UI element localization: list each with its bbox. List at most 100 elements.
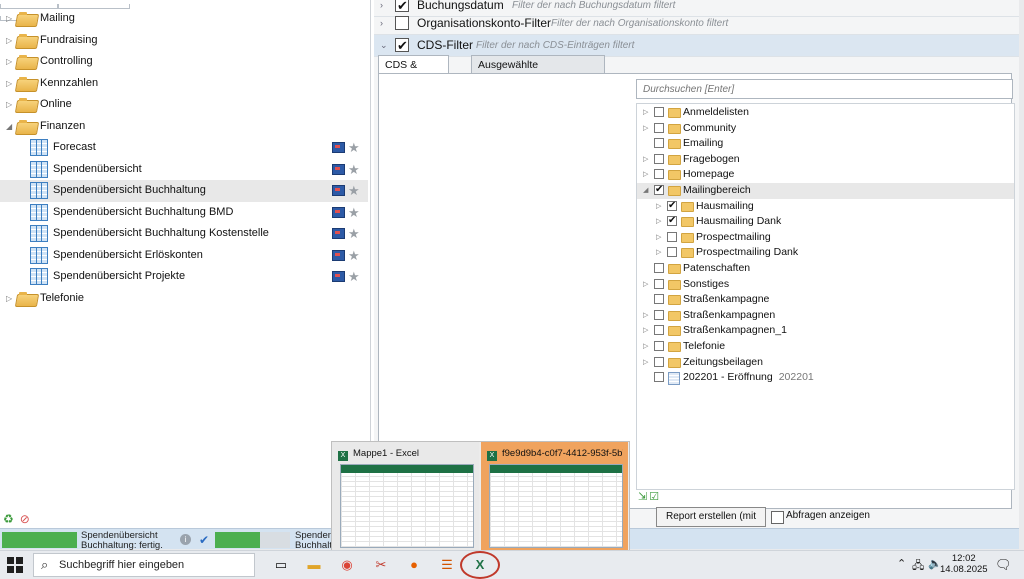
tree-folder-node[interactable]: ▷ Controlling: [0, 51, 368, 73]
collapsed-arrow-icon[interactable]: ▷: [643, 121, 648, 136]
collapsed-arrow-icon[interactable]: ▷: [643, 105, 648, 120]
chevron-right-icon[interactable]: ›: [380, 13, 383, 34]
report-preview-icon[interactable]: [332, 185, 345, 196]
filter-row-cds[interactable]: ⌄ CDS-Filter Filter der nach CDS-Einträg…: [374, 35, 1019, 57]
cds-node-checkbox[interactable]: [654, 372, 664, 383]
cds-tree-node[interactable]: ▷ Anmeldelisten: [637, 105, 1014, 121]
cds-node-checkbox[interactable]: [654, 356, 664, 367]
favorite-star-icon[interactable]: ★: [348, 159, 360, 180]
filter-checkbox[interactable]: [395, 0, 409, 16]
cds-node-checkbox[interactable]: [654, 138, 664, 149]
task-view-icon[interactable]: ▭: [272, 556, 290, 574]
expand-all-icon[interactable]: ⇲: [638, 491, 649, 503]
collapsed-arrow-icon[interactable]: ▷: [643, 339, 648, 354]
cds-node-checkbox[interactable]: [654, 341, 664, 351]
tree-report-node[interactable]: ★ Spendenübersicht Erlöskonten: [0, 245, 368, 267]
filter-checkbox[interactable]: [395, 35, 409, 56]
tree-report-node[interactable]: ★ Spendenübersicht Buchhaltung BMD: [0, 202, 368, 224]
collapsed-arrow-icon[interactable]: ▷: [6, 30, 12, 51]
collapsed-arrow-icon[interactable]: ▷: [6, 8, 12, 29]
app-icon[interactable]: ☰: [438, 556, 456, 574]
tree-report-node[interactable]: ★ Forecast: [0, 137, 368, 159]
cds-node-checkbox[interactable]: [654, 153, 664, 164]
cds-node-checkbox[interactable]: [654, 309, 664, 320]
collapsed-arrow-icon[interactable]: ▷: [643, 167, 648, 182]
collapsed-arrow-icon[interactable]: ▷: [6, 288, 12, 309]
report-preview-icon[interactable]: [332, 271, 345, 282]
collapsed-arrow-icon[interactable]: ▷: [656, 230, 661, 245]
cds-node-checkbox[interactable]: [654, 169, 664, 180]
expanded-arrow-icon[interactable]: ◢: [6, 116, 12, 137]
report-preview-icon[interactable]: [332, 142, 345, 153]
favorite-star-icon[interactable]: ★: [348, 245, 360, 266]
thumbnail-mappe1[interactable]: X Mappe1 - Excel: [332, 442, 479, 551]
taskbar-search-box[interactable]: ⌕ Suchbegriff hier eingeben: [33, 553, 255, 577]
cds-node-checkbox[interactable]: [654, 182, 664, 197]
favorite-star-icon[interactable]: ★: [348, 180, 360, 201]
tree-folder-node[interactable]: ▷ Telefonie: [0, 288, 368, 310]
tree-folder-node[interactable]: ◢ Finanzen: [0, 116, 368, 138]
chevron-up-icon[interactable]: ⌃: [897, 557, 906, 570]
cds-tree-node[interactable]: ▷ Sonstiges: [637, 277, 1014, 293]
favorite-star-icon[interactable]: ★: [348, 266, 360, 287]
cds-tree-node[interactable]: ▷ Fragebogen: [637, 152, 1014, 168]
report-preview-icon[interactable]: [332, 206, 345, 218]
tree-folder-node[interactable]: ▷ Kennzahlen: [0, 73, 368, 95]
check-all-icon[interactable]: ☑: [649, 491, 661, 503]
cds-node-checkbox[interactable]: [654, 263, 664, 273]
cds-node-checkbox[interactable]: [654, 325, 664, 336]
cds-tree-node[interactable]: Emailing: [637, 136, 1014, 152]
network-icon[interactable]: 🖧: [912, 557, 924, 576]
tree-report-node[interactable]: ★ Spendenübersicht Projekte: [0, 266, 368, 288]
cds-tree-node[interactable]: ▷ Telefonie: [637, 339, 1014, 355]
cds-node-checkbox[interactable]: [654, 107, 664, 117]
collapsed-arrow-icon[interactable]: ▷: [656, 199, 661, 214]
cds-node-checkbox[interactable]: [654, 278, 664, 289]
filter-checkbox[interactable]: [395, 16, 409, 30]
cds-search-input[interactable]: [636, 79, 1013, 99]
filter-row-organisationskonto[interactable]: › Organisationskonto-Filter Filter der n…: [374, 13, 1019, 35]
report-preview-icon[interactable]: [332, 163, 345, 175]
cds-node-checkbox[interactable]: [654, 122, 664, 133]
file-explorer-icon[interactable]: ▬: [305, 556, 323, 574]
tree-folder-node[interactable]: ▷ Fundraising: [0, 30, 368, 52]
firefox-icon[interactable]: ●: [405, 556, 423, 574]
clock[interactable]: 12:02 14.08.2025: [940, 553, 988, 575]
cds-tree-node[interactable]: ▷ Homepage: [637, 167, 1014, 183]
collapsed-arrow-icon[interactable]: ▷: [6, 51, 12, 72]
expanded-arrow-icon[interactable]: ◢: [643, 183, 648, 198]
collapsed-arrow-icon[interactable]: ▷: [643, 323, 648, 338]
collapsed-arrow-icon[interactable]: ▷: [643, 152, 648, 167]
cds-tree-node[interactable]: ◢ Mailingbereich: [637, 182, 1014, 199]
tree-report-node[interactable]: ★ Spendenübersicht Buchhaltung Kostenstel…: [0, 223, 368, 245]
cds-node-checkbox[interactable]: [654, 294, 664, 305]
cds-tree-node[interactable]: ▷ Hausmailing Dank: [637, 213, 1014, 230]
report-preview-icon[interactable]: [332, 249, 345, 261]
tab-ausgewaehlte-kampagnen[interactable]: Ausgewählte Kampagnenverzeichnisse: [471, 55, 606, 89]
cds-tree-node[interactable]: Straßenkampagne: [637, 292, 1014, 308]
cds-tree-node[interactable]: ▷ Prospectmailing Dank: [637, 245, 1014, 261]
collapsed-arrow-icon[interactable]: ▷: [643, 308, 648, 323]
collapsed-arrow-icon[interactable]: ▷: [643, 277, 648, 292]
create-report-button[interactable]: Report erstellen (mit Daten): [656, 507, 766, 540]
snipping-tool-icon[interactable]: ✂: [372, 556, 390, 574]
chevron-down-icon[interactable]: ⌄: [380, 35, 388, 56]
cds-node-checkbox[interactable]: [667, 213, 677, 228]
windows-start-icon[interactable]: [7, 557, 23, 573]
collapsed-arrow-icon[interactable]: ▷: [643, 355, 648, 370]
collapsed-arrow-icon[interactable]: ▷: [6, 73, 12, 94]
tree-folder-node[interactable]: ▷ Online: [0, 94, 368, 116]
cds-tree-node[interactable]: Patenschaften: [637, 261, 1014, 277]
collapsed-arrow-icon[interactable]: ▷: [656, 245, 661, 260]
cds-node-checkbox[interactable]: [667, 247, 677, 258]
chrome-icon[interactable]: ◉: [338, 556, 356, 574]
cds-tree-node[interactable]: ▷ Community: [637, 121, 1014, 137]
info-icon[interactable]: i: [180, 534, 191, 545]
cds-tree-node[interactable]: ▷ Zeitungsbeilagen: [637, 355, 1014, 371]
favorite-star-icon[interactable]: ★: [348, 202, 360, 223]
cds-node-checkbox[interactable]: [667, 198, 677, 213]
tree-folder-node[interactable]: ▷ Mailing: [0, 8, 368, 30]
cds-tree-node[interactable]: ▷ Prospectmailing: [637, 230, 1014, 246]
show-queries-checkbox[interactable]: [771, 511, 784, 524]
collapsed-arrow-icon[interactable]: ▷: [656, 214, 661, 229]
